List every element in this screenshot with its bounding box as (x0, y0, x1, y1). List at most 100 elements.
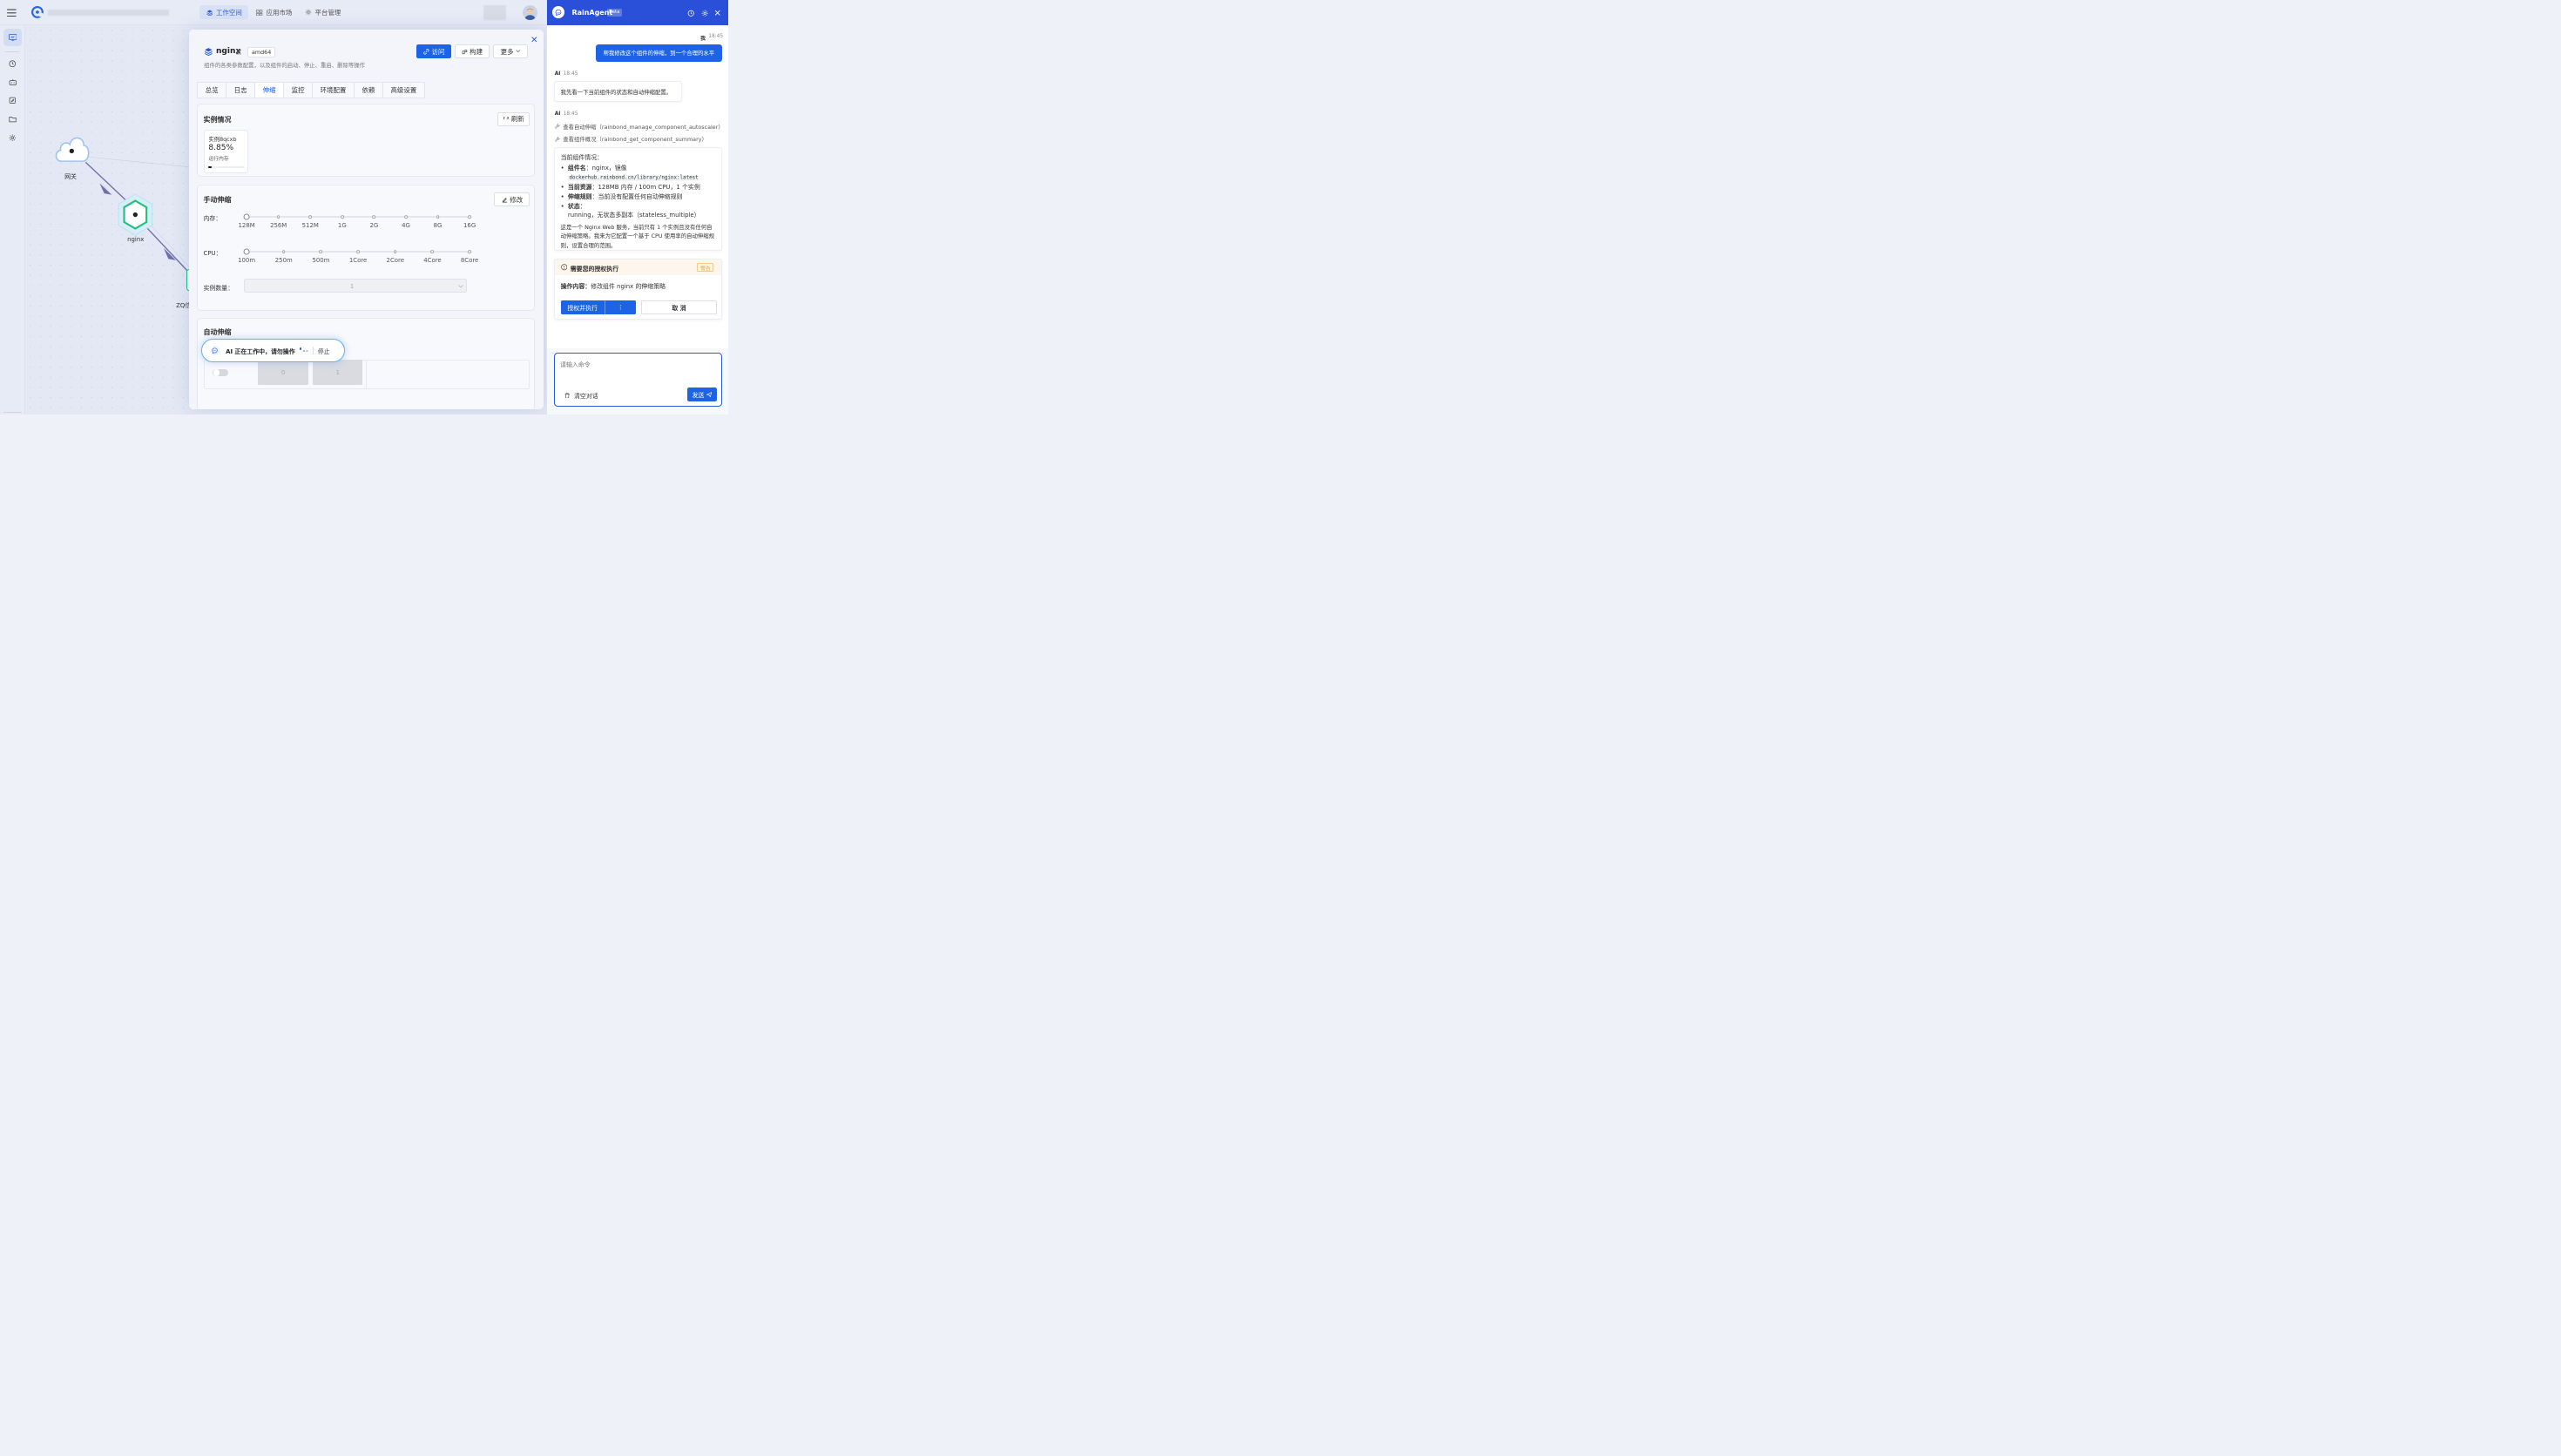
tab-monitor[interactable]: 监控 (284, 82, 314, 98)
edit-doc-icon[interactable] (3, 92, 21, 110)
memory-slider-dot[interactable] (243, 213, 250, 220)
instance-memory-label: 运行内存 (208, 157, 229, 163)
tab-label: 应用市场 (266, 8, 293, 17)
hexagon-icon (118, 193, 153, 236)
tab-dependencies[interactable]: 依赖 (355, 82, 383, 98)
cpu-tick-label: 4Core (423, 256, 442, 264)
cpu-slider-dot[interactable] (468, 250, 471, 253)
command-input-box[interactable]: 清空对话 发送 (553, 353, 723, 408)
build-icon (462, 49, 467, 54)
command-input[interactable] (560, 359, 714, 379)
instance-card[interactable]: 实例8qcxb 8.85% 运行内存 (203, 129, 248, 174)
clear-chat-button[interactable]: 清空对话 (564, 391, 598, 400)
summary-key: 当前资源 (567, 184, 592, 192)
send-label: 发送 (692, 392, 705, 400)
tab-logs[interactable]: 日志 (226, 82, 256, 98)
memory-slider-dot[interactable] (340, 215, 344, 219)
tab-overview[interactable]: 总览 (198, 82, 227, 98)
layers-icon (206, 10, 213, 16)
cpu-slider-dot[interactable] (281, 250, 286, 253)
cpu-tick-label: 2Core (386, 256, 404, 264)
cpu-slider-dot[interactable] (356, 250, 360, 253)
settings-icon[interactable] (3, 129, 21, 146)
tool-call-item[interactable]: 查看组件概况（rainbond_get_component_summary） (554, 135, 707, 143)
cpu-slider[interactable]: 100m 250m 500m 1Core 2Core 4Core 8Core (238, 248, 478, 269)
auto-scaling-toggle[interactable] (213, 368, 229, 377)
more-button[interactable]: 更多 (492, 44, 529, 59)
gateway-node[interactable] (53, 131, 91, 164)
memory-tick-label: 128M (238, 221, 255, 229)
memory-slider[interactable]: 128M 256M 512M 1G 2G 4G 8G 16G (239, 213, 476, 234)
loading-dots-icon (299, 347, 308, 352)
cpu-slider-dot[interactable] (393, 250, 397, 253)
stop-button[interactable]: 停止 (318, 347, 330, 355)
monitor-icon[interactable] (3, 29, 22, 47)
build-button[interactable]: 构建 (455, 44, 490, 59)
auto-title: 自动伸缩 (203, 327, 232, 336)
user-message-bubble: 帮我修改这个组件的伸缩，到一个合理的水平 (595, 44, 723, 62)
memory-slider-dot[interactable] (404, 215, 408, 219)
min-instances-input[interactable]: 0 (258, 360, 309, 386)
tab-workspace[interactable]: 工作空间 (199, 5, 249, 20)
cancel-button[interactable]: 取 消 (641, 300, 717, 314)
wrench-icon (554, 137, 560, 142)
menu-icon[interactable] (6, 9, 17, 17)
memory-slider-dot[interactable] (372, 215, 376, 219)
rail-divider (5, 51, 20, 52)
ai-message-meta: AI 18:45 (555, 111, 578, 117)
summary-item: • 组件名：nginx，镜像 dockerhub.rainbond.cn/libr… (560, 165, 700, 182)
close-icon[interactable] (530, 36, 538, 44)
cpu-slider-dot[interactable] (430, 250, 435, 253)
memory-slider-dot[interactable] (468, 215, 471, 219)
topology-edges (80, 155, 193, 273)
tool-call-item[interactable]: 查看自动伸缩（rainbond_manage_component_autosca… (554, 123, 724, 131)
edit-scaling-button[interactable]: 修改 (494, 192, 530, 207)
cpu-slider-dot[interactable] (319, 250, 323, 253)
summary-key: 伸缩规则 (567, 193, 592, 201)
summary-value: nginx，镜像 (591, 165, 627, 172)
cpu-tick-label: 250m (274, 256, 293, 264)
ai-time: 18:45 (563, 111, 578, 117)
summary-key: 组件名 (567, 165, 586, 172)
robot-icon[interactable] (3, 73, 21, 91)
approve-button[interactable]: 授权并执行 (561, 300, 605, 314)
folder-icon[interactable] (3, 111, 21, 128)
gear-icon[interactable] (701, 10, 709, 17)
toggle-knob (213, 369, 220, 376)
tab-scaling[interactable]: 伸缩 (255, 82, 285, 98)
instances-card: 实例情况 刷新 实例8qcxb 8.85% 运行内存 (197, 104, 536, 177)
close-icon[interactable] (714, 10, 720, 16)
instances-count-select[interactable]: 1 (244, 279, 468, 293)
grid-icon (256, 9, 263, 16)
tab-advanced[interactable]: 高级设置 (383, 83, 424, 98)
refresh-button[interactable]: 刷新 (497, 111, 530, 126)
logo-icon[interactable] (31, 6, 44, 19)
summary-value: 当前没有配置任何自动伸缩规则 (598, 193, 683, 201)
component-description: 组件的各类参数配置，以及组件的启动、停止、重启、删除等操作 (204, 62, 366, 70)
edit-icon[interactable] (235, 48, 242, 55)
cpu-slider-dot[interactable] (243, 248, 250, 255)
auth-content-label: 操作内容： (560, 283, 591, 291)
max-instances-input[interactable]: 1 (312, 360, 363, 386)
approve-more-button[interactable]: ⋮ (605, 300, 636, 314)
tab-platform-admin[interactable]: 平台管理 (298, 5, 347, 19)
summary-value: 128MB 内存 / 100m CPU，1 个实例 (598, 184, 700, 192)
send-button[interactable]: 发送 (686, 388, 718, 402)
cloud-icon (55, 138, 90, 163)
history-icon[interactable] (687, 10, 695, 17)
memory-slider-dot[interactable] (436, 215, 440, 219)
ai-time: 18:45 (563, 71, 578, 77)
memory-tick-label: 8G (433, 221, 443, 229)
avatar[interactable] (522, 4, 538, 20)
visit-button[interactable]: 访问 (416, 44, 451, 59)
clock-icon[interactable] (3, 55, 21, 72)
memory-slider-dot[interactable] (308, 215, 313, 219)
edit-icon (502, 197, 507, 203)
nginx-node[interactable] (117, 193, 154, 236)
memory-tick-label: 16G (463, 221, 476, 229)
memory-slider-dot[interactable] (276, 215, 280, 219)
instances-count-label: 实例数量： (203, 285, 234, 293)
tab-env-config[interactable]: 环境配置 (313, 82, 355, 98)
tab-app-market[interactable]: 应用市场 (250, 5, 299, 19)
user-info (483, 5, 507, 21)
